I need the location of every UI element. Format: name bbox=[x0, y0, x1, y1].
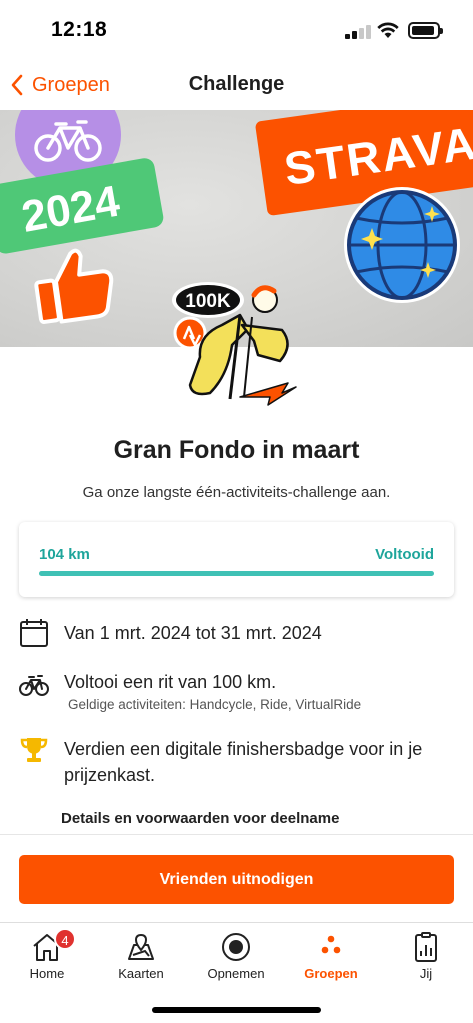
status-bar: 12:18 bbox=[0, 0, 473, 60]
thumbs-up-icon bbox=[34, 248, 114, 324]
valid-activities: Geldige activiteiten: Handcycle, Ride, V… bbox=[68, 697, 362, 712]
tab-label: Opnemen bbox=[207, 966, 265, 981]
bottom-action-area: Vrienden uitnodigen bbox=[0, 834, 473, 922]
map-icon bbox=[128, 933, 154, 960]
tab-home[interactable]: 4 Home bbox=[0, 923, 94, 993]
challenge-goal: Voltooi een rit van 100 km. bbox=[64, 672, 277, 692]
page-title: Challenge bbox=[188, 73, 285, 95]
groups-icon bbox=[321, 935, 341, 954]
progress-bar bbox=[39, 571, 434, 576]
challenge-reward: Verdien een digitale finishersbadge voor… bbox=[64, 739, 423, 785]
progress-bar-fill bbox=[39, 571, 434, 576]
details-and-terms-link[interactable]: Details en voorwaarden voor deelname bbox=[61, 810, 339, 827]
calendar-icon bbox=[20, 619, 48, 647]
bike-icon bbox=[19, 675, 49, 696]
home-indicator[interactable] bbox=[152, 1007, 321, 1013]
invite-friends-button[interactable]: Vrienden uitnodigen bbox=[19, 855, 454, 904]
badge-distance-text: 100K bbox=[185, 291, 231, 312]
progress-status: Voltooid bbox=[375, 546, 434, 563]
tab-label: Home bbox=[29, 966, 65, 981]
tab-label: Groepen bbox=[304, 966, 358, 981]
profile-stats-icon bbox=[415, 932, 437, 962]
tab-label: Jij bbox=[419, 966, 433, 981]
reward-row: Verdien een digitale finishersbadge voor… bbox=[0, 735, 473, 791]
trophy-icon bbox=[20, 738, 48, 762]
challenge-badge: 100K bbox=[172, 282, 297, 406]
challenge-dates: Van 1 mrt. 2024 tot 31 mrt. 2024 bbox=[64, 623, 322, 643]
tab-you[interactable]: Jij bbox=[379, 923, 473, 993]
goal-row: Voltooi een rit van 100 km. Geldige acti… bbox=[0, 668, 473, 718]
battery-icon bbox=[408, 22, 443, 39]
record-icon bbox=[222, 933, 250, 961]
navigation-bar: Groepen Challenge bbox=[0, 60, 473, 110]
tab-maps[interactable]: Kaarten bbox=[94, 923, 188, 993]
notification-count-badge: 4 bbox=[54, 928, 76, 950]
tab-record[interactable]: Opnemen bbox=[189, 923, 283, 993]
tab-groups[interactable]: Groepen bbox=[284, 923, 378, 993]
dates-row: Van 1 mrt. 2024 tot 31 mrt. 2024 bbox=[0, 618, 473, 650]
challenge-title: Gran Fondo in maart bbox=[113, 436, 360, 464]
tab-label: Kaarten bbox=[118, 966, 164, 981]
progress-card: 104 km Voltooid bbox=[19, 522, 454, 597]
status-time: 12:18 bbox=[51, 18, 108, 41]
cellular-signal-icon bbox=[345, 25, 371, 39]
challenge-subtitle: Ga onze langste één-activiteits-challeng… bbox=[82, 484, 391, 501]
wifi-icon bbox=[377, 22, 399, 38]
progress-value: 104 km bbox=[39, 546, 90, 563]
globe-sticker-icon bbox=[344, 187, 460, 303]
